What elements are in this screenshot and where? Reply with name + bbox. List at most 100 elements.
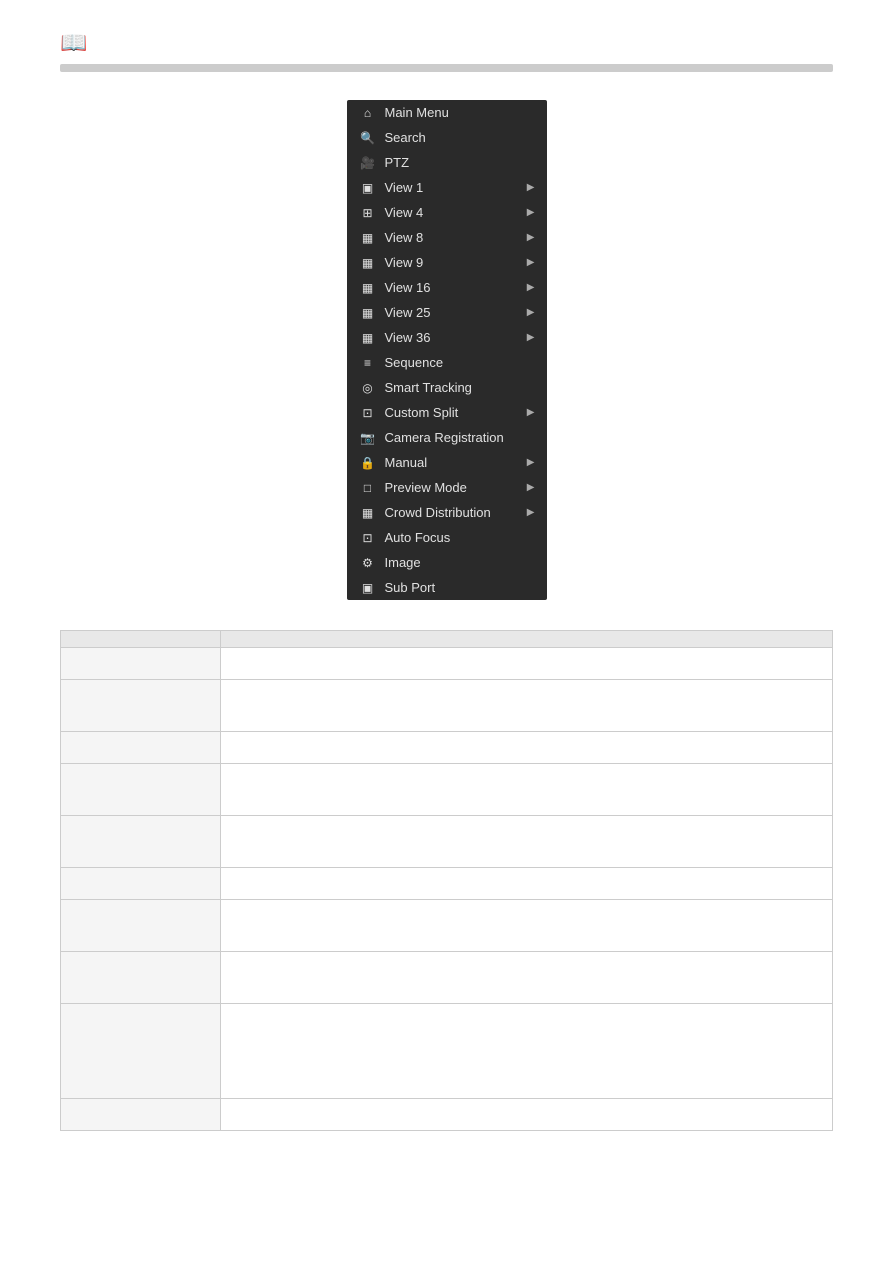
custom-split-icon: ⊡ [359,406,377,420]
menu-label: Custom Split [385,405,527,420]
menu-label: Main Menu [385,105,535,120]
menu-item-manual[interactable]: 🔒 Manual ▶ [347,450,547,475]
table-row [61,1004,833,1099]
menu-label: Preview Mode [385,480,527,495]
context-menu-wrapper: ⌂ Main Menu 🔍 Search 🎥 PTZ ▣ View 1 ▶ ⊞ … [0,100,893,600]
arrow-icon: ▶ [527,257,535,268]
arrow-icon: ▶ [527,232,535,243]
view36-icon: ▦ [359,331,377,345]
search-icon: 🔍 [359,131,377,145]
ptz-icon: 🎥 [359,156,377,170]
view8-icon: ▦ [359,231,377,245]
sub-port-icon: ▣ [359,581,377,595]
table-row [61,868,833,900]
table-cell-left [61,648,221,680]
data-table [60,630,833,1131]
menu-label: Camera Registration [385,430,535,445]
auto-focus-icon: ⊡ [359,531,377,545]
view16-icon: ▦ [359,281,377,295]
table-header-row [61,631,833,648]
menu-item-view25[interactable]: ▦ View 25 ▶ [347,300,547,325]
menu-label: View 8 [385,230,527,245]
menu-label: Sub Port [385,580,535,595]
menu-label: Smart Tracking [385,380,535,395]
menu-label: View 36 [385,330,527,345]
table-section [0,630,893,1171]
arrow-icon: ▶ [527,507,535,518]
view9-icon: ▦ [359,256,377,270]
table-cell-left [61,732,221,764]
view4-icon: ⊞ [359,206,377,220]
menu-item-image[interactable]: ⚙ Image [347,550,547,575]
table-row [61,648,833,680]
col1-header [61,631,221,648]
menu-label: View 4 [385,205,527,220]
table-row [61,764,833,816]
table-row [61,732,833,764]
image-icon: ⚙ [359,556,377,570]
menu-item-view8[interactable]: ▦ View 8 ▶ [347,225,547,250]
camera-registration-icon: 📷 [359,431,377,445]
view25-icon: ▦ [359,306,377,320]
menu-item-ptz[interactable]: 🎥 PTZ [347,150,547,175]
table-cell-left [61,952,221,1004]
arrow-icon: ▶ [527,307,535,318]
arrow-icon: ▶ [527,407,535,418]
menu-item-view9[interactable]: ▦ View 9 ▶ [347,250,547,275]
context-menu: ⌂ Main Menu 🔍 Search 🎥 PTZ ▣ View 1 ▶ ⊞ … [347,100,547,600]
divider-bar [60,64,833,72]
table-row [61,952,833,1004]
table-row [61,1099,833,1131]
top-section: 📖 [0,0,893,100]
table-cell-right [221,680,833,732]
menu-item-preview-mode[interactable]: □ Preview Mode ▶ [347,475,547,500]
table-cell-right [221,868,833,900]
menu-item-view16[interactable]: ▦ View 16 ▶ [347,275,547,300]
menu-label: Crowd Distribution [385,505,527,520]
menu-label: Search [385,130,535,145]
table-cell-right [221,816,833,868]
arrow-icon: ▶ [527,457,535,468]
menu-label: Manual [385,455,527,470]
menu-label: Sequence [385,355,535,370]
crowd-distribution-icon: ▦ [359,506,377,520]
menu-label: Auto Focus [385,530,535,545]
table-row [61,816,833,868]
menu-item-custom-split[interactable]: ⊡ Custom Split ▶ [347,400,547,425]
preview-mode-icon: □ [359,481,377,495]
menu-label: View 25 [385,305,527,320]
table-cell-right [221,1099,833,1131]
menu-label: View 9 [385,255,527,270]
menu-item-camera-registration[interactable]: 📷 Camera Registration [347,425,547,450]
menu-item-search[interactable]: 🔍 Search [347,125,547,150]
menu-item-crowd-distribution[interactable]: ▦ Crowd Distribution ▶ [347,500,547,525]
table-cell-right [221,952,833,1004]
menu-label: Image [385,555,535,570]
arrow-icon: ▶ [527,182,535,193]
menu-label: PTZ [385,155,535,170]
table-row [61,900,833,952]
menu-item-sub-port[interactable]: ▣ Sub Port [347,575,547,600]
menu-item-view36[interactable]: ▦ View 36 ▶ [347,325,547,350]
arrow-icon: ▶ [527,207,535,218]
menu-label: View 1 [385,180,527,195]
menu-item-view1[interactable]: ▣ View 1 ▶ [347,175,547,200]
arrow-icon: ▶ [527,282,535,293]
table-cell-right [221,900,833,952]
table-cell-left [61,1004,221,1099]
table-cell-left [61,764,221,816]
arrow-icon: ▶ [527,482,535,493]
table-cell-right [221,1004,833,1099]
menu-item-auto-focus[interactable]: ⊡ Auto Focus [347,525,547,550]
menu-item-main-menu[interactable]: ⌂ Main Menu [347,100,547,125]
table-cell-left [61,868,221,900]
table-row [61,680,833,732]
menu-item-view4[interactable]: ⊞ View 4 ▶ [347,200,547,225]
manual-icon: 🔒 [359,456,377,470]
sequence-icon: ≡ [359,356,377,370]
menu-item-sequence[interactable]: ≡ Sequence [347,350,547,375]
view1-icon: ▣ [359,181,377,195]
menu-item-smart-tracking[interactable]: ◎ Smart Tracking [347,375,547,400]
book-icon: 📖 [60,30,833,56]
menu-label: View 16 [385,280,527,295]
